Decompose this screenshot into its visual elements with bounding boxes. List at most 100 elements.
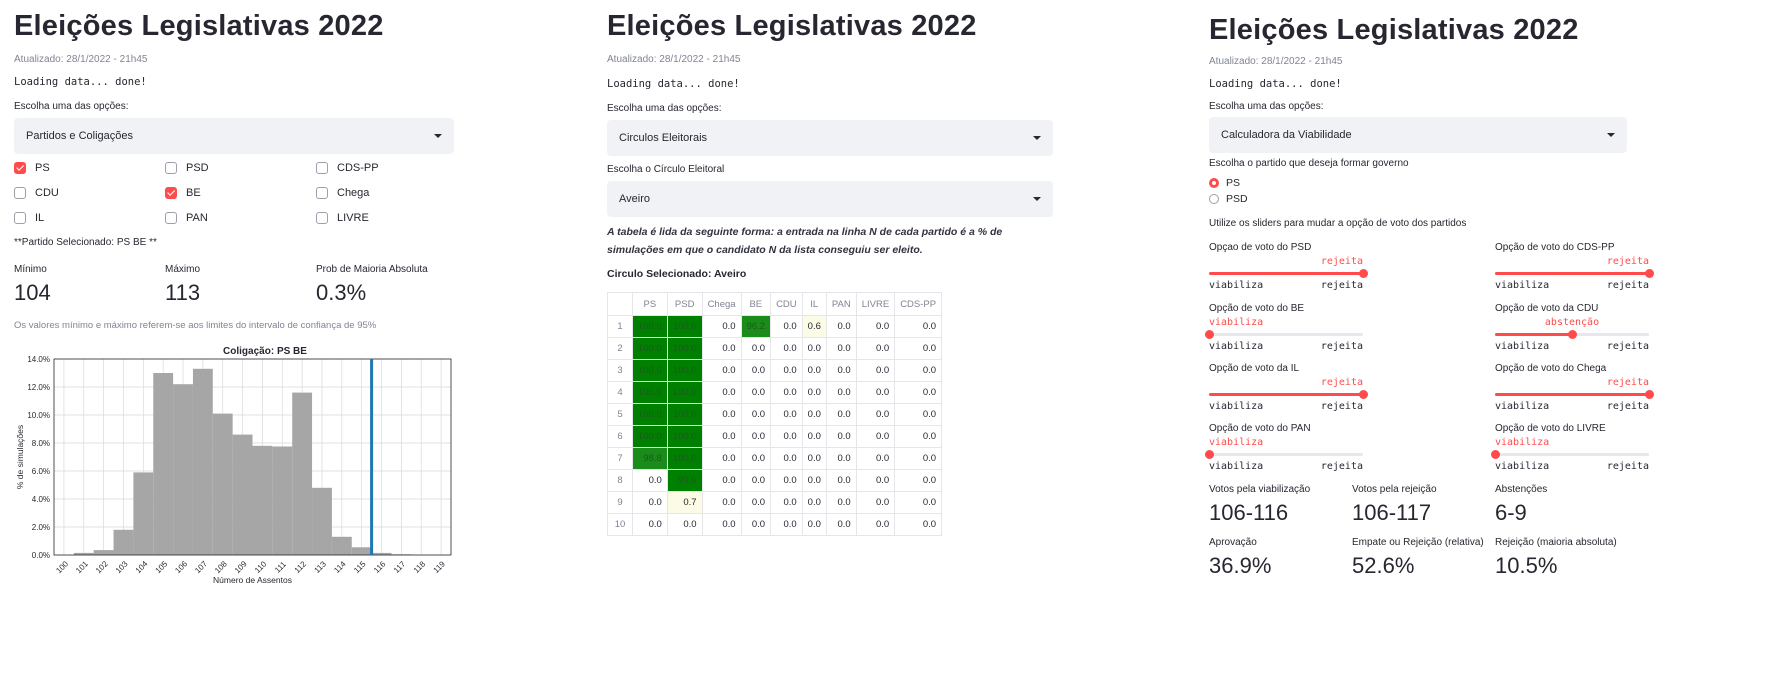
table-cell: 96.2 — [740, 315, 772, 338]
table-cell: 0.0 — [740, 425, 772, 448]
table-cell: 0.0 — [701, 381, 742, 404]
slider-label: Opção de voto da IL — [1209, 363, 1300, 374]
table-cell: 0.0 — [801, 359, 827, 382]
vote-slider[interactable]: Opção de voto do LIVRE viabiliza viabiliza… — [1490, 423, 1649, 473]
table-row: 9 0.0 0.7 0.0 0.0 0.0 0.0 0.0 0.0 0.0 — [607, 491, 943, 514]
x-tick-label: 100 — [54, 559, 70, 575]
column-header[interactable]: IL — [801, 292, 827, 316]
vote-slider[interactable]: Opção de voto do CDS-PP rejeita viabiliza r… — [1495, 242, 1654, 292]
vote-slider[interactable]: Opção de voto do PAN viabiliza viabiliza re… — [1204, 423, 1363, 473]
table-cell: 0.0 — [701, 337, 742, 360]
slider-thumb[interactable] — [1644, 269, 1654, 278]
column-header[interactable]: BE — [740, 292, 772, 316]
column-header[interactable]: PAN — [825, 292, 857, 316]
slider-thumb[interactable] — [1490, 450, 1500, 459]
circle-select[interactable]: Aveiro — [607, 181, 1053, 217]
table-cell: 0.0 — [825, 337, 857, 360]
x-tick-label: 102 — [94, 559, 110, 575]
table-cell: 100.0 — [666, 337, 703, 360]
slider-track[interactable] — [1490, 450, 1649, 459]
checkbox-cds-pp[interactable]: CDS-PP — [316, 162, 379, 174]
vote-slider[interactable]: Opção de voto da CDU abstenção viabiliza re… — [1495, 303, 1649, 353]
table-cell: 0.0 — [855, 425, 896, 448]
x-tick-label: 113 — [313, 559, 329, 575]
slider-thumb[interactable] — [1204, 330, 1214, 339]
slider-track[interactable] — [1495, 390, 1654, 399]
checkbox-ps[interactable]: PS — [14, 162, 50, 174]
vote-slider[interactable]: Opção de voto do BE viabiliza viabiliza rej… — [1204, 303, 1363, 353]
radio-psd[interactable]: PSD — [1209, 193, 1248, 205]
table-cell: 100.0 — [666, 425, 703, 448]
metric-label-max: Máximo — [165, 264, 201, 275]
table-cell: 100.0 — [666, 359, 703, 382]
chart-x-label: Número de Assentos — [213, 575, 292, 585]
checkbox-cdu[interactable]: CDU — [14, 187, 59, 199]
table-cell: 0.0 — [801, 403, 827, 426]
table-cell: 0.0 — [701, 513, 742, 536]
metric-value-majority: 0.3% — [316, 280, 367, 305]
option-select[interactable]: Calculadora da Viabilidade — [1209, 117, 1627, 153]
slider-track[interactable] — [1495, 330, 1649, 339]
slider-label: Opçao de voto do PSD — [1209, 242, 1312, 253]
table-cell: 100.0 — [666, 381, 703, 404]
loading-status: Loading data... done! — [1209, 78, 1342, 90]
slider-thumb[interactable] — [1358, 269, 1368, 278]
slider-track[interactable] — [1495, 269, 1654, 278]
table-cell: 100.0 — [666, 447, 703, 470]
slider-label: Opção de voto do BE — [1209, 303, 1305, 314]
slider-track[interactable] — [1209, 390, 1368, 399]
slider-min-label: viabiliza — [1495, 461, 1550, 472]
checkbox-label: CDS-PP — [337, 162, 379, 174]
slider-thumb[interactable] — [1644, 390, 1654, 399]
vote-slider[interactable]: Opção de voto da IL rejeita viabiliza rejei… — [1209, 363, 1368, 413]
slider-track[interactable] — [1209, 269, 1368, 278]
row-index: 7 — [607, 447, 633, 470]
chart-title: Coligação: PS BE — [223, 346, 307, 357]
column-header[interactable]: Chega — [701, 292, 742, 316]
vote-slider[interactable]: Opção de voto do Chega rejeita viabiliza re… — [1495, 363, 1654, 413]
bar-108 — [212, 413, 233, 555]
checkbox-be[interactable]: BE — [165, 187, 201, 199]
row-index: 2 — [607, 337, 633, 360]
option-select[interactable]: Circulos Eleitorais — [607, 120, 1053, 156]
checkbox-chega[interactable]: Chega — [316, 187, 369, 199]
metric-value-approval: 36.9% — [1209, 553, 1272, 578]
checkbox-psd[interactable]: PSD — [165, 162, 209, 174]
table-cell: 0.0 — [666, 513, 703, 536]
slider-max-label: rejeita — [1320, 280, 1363, 291]
slider-thumb[interactable] — [1567, 330, 1577, 339]
slider-min-label: viabiliza — [1495, 341, 1550, 352]
vote-slider[interactable]: Opçao de voto do PSD rejeita viabiliza reje… — [1209, 242, 1368, 292]
option-select[interactable]: Partidos e Coligações — [14, 118, 454, 154]
table-cell: 98.8 — [632, 447, 668, 470]
table-cell: 0.0 — [825, 425, 857, 448]
slider-track[interactable] — [1204, 450, 1363, 459]
slider-track[interactable] — [1204, 330, 1363, 339]
metric-value-viability-votes: 106-116 — [1209, 500, 1289, 525]
table-cell: 0.0 — [801, 381, 827, 404]
checkbox-il[interactable]: IL — [14, 212, 44, 224]
select-label: Escolha uma das opções: — [14, 101, 129, 112]
chart-x-ticks: 100 101 102 103 104 105 106 107 108 109 110 111 112 1… — [54, 559, 447, 575]
slider-thumb[interactable] — [1358, 390, 1368, 399]
chevron-down-icon — [434, 134, 442, 138]
checkbox-livre[interactable]: LIVRE — [316, 212, 369, 224]
column-header[interactable]: CDU — [770, 292, 803, 316]
row-index: 8 — [607, 469, 633, 492]
column-header[interactable]: PS — [632, 292, 668, 316]
checkbox-pan[interactable]: PAN — [165, 212, 208, 224]
slider-max-label: rejeita — [1606, 401, 1649, 412]
seat-histogram-chart: Coligação: PS BE 0.0% 2.0% 4.0% 6.0% 8.0% 10.… — [15, 346, 452, 585]
metric-value-tie-rejection: 52.6% — [1352, 553, 1415, 578]
radio-ps[interactable]: PS — [1209, 177, 1240, 189]
x-tick-label: 108 — [213, 559, 229, 575]
slider-thumb[interactable] — [1204, 450, 1214, 459]
slider-label: Opção de voto do LIVRE — [1495, 423, 1606, 434]
circle-select-label: Escolha o Círculo Eleitoral — [607, 164, 725, 175]
selected-circle-text: Circulo Selecionado: Aveiro — [607, 268, 747, 280]
column-header[interactable]: LIVRE — [855, 292, 896, 316]
column-header[interactable]: PSD — [666, 292, 703, 316]
slider-value: rejeita — [1320, 377, 1363, 388]
column-header[interactable]: CDS-PP — [894, 292, 943, 316]
bar-105 — [153, 373, 174, 555]
